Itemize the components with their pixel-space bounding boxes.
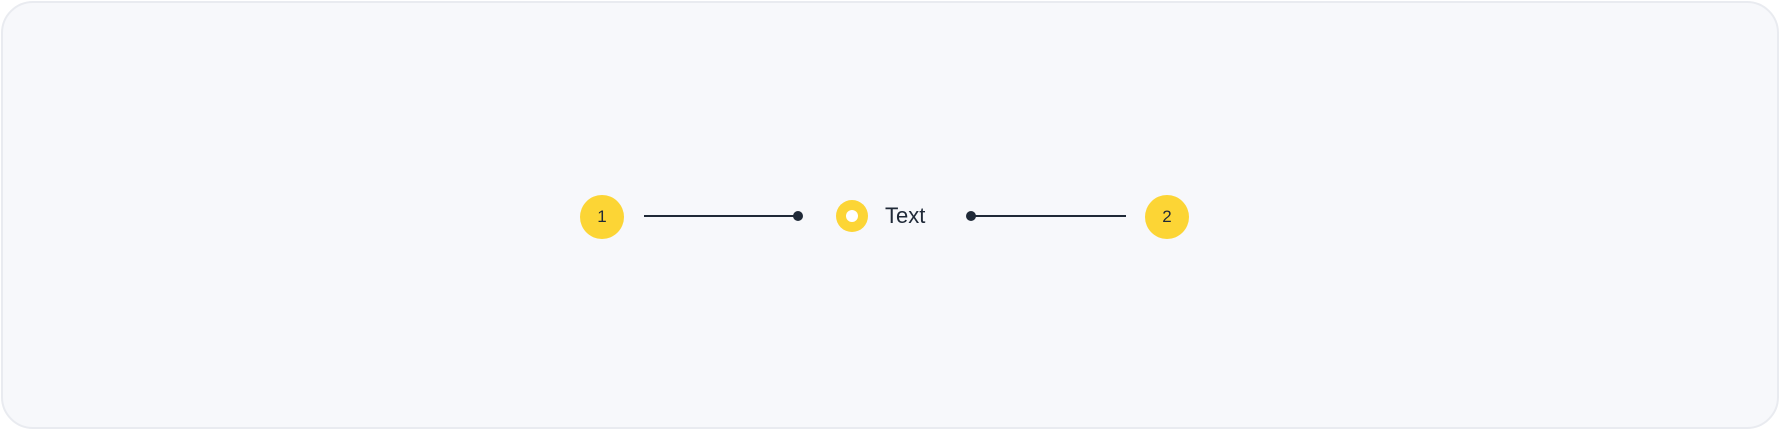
connector-line-2	[971, 215, 1126, 217]
callout-number-2: 2	[1162, 207, 1172, 226]
connector-end-dot-1	[793, 211, 803, 221]
callout-badge-2: 2	[1145, 195, 1189, 239]
connector-line-1	[644, 215, 798, 217]
radio-button-icon[interactable]	[836, 200, 868, 232]
callout-badge-1: 1	[580, 195, 624, 239]
callout-number-1: 1	[597, 207, 607, 226]
radio-inner-dot	[846, 210, 858, 222]
diagram-stage: 1 Text 2	[0, 0, 1784, 434]
radio-label: Text	[885, 203, 926, 228]
